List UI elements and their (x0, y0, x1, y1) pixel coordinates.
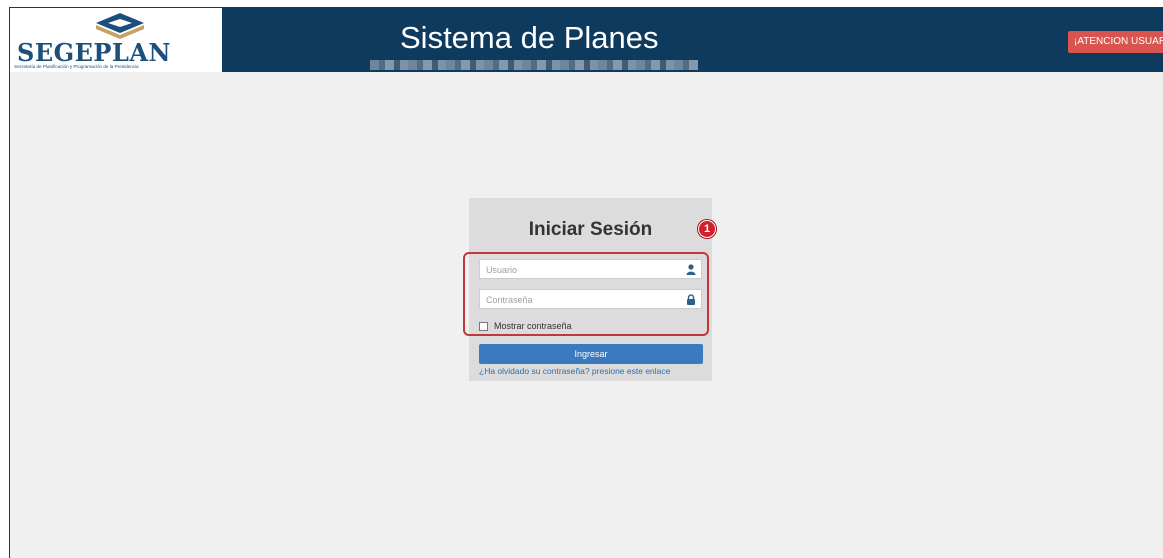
logo-subtitle: Secretaría de Planificación y Programaci… (14, 64, 139, 69)
show-password-toggle[interactable]: Mostrar contraseña (479, 320, 572, 332)
attention-user-button[interactable]: ¡ATENCION USUARIO! (1068, 31, 1163, 53)
top-header: SEGEPLAN Secretaría de Planificación y P… (10, 8, 1163, 72)
user-icon (686, 264, 696, 275)
app-title: Sistema de Planes (400, 20, 659, 55)
app-screen: SEGEPLAN Secretaría de Planificación y P… (9, 7, 1163, 558)
login-title: Iniciar Sesión (528, 219, 653, 240)
logo-text: SEGEPLAN (17, 38, 171, 67)
show-password-checkbox[interactable] (479, 321, 488, 331)
username-input[interactable] (480, 261, 701, 279)
show-password-label: Mostrar contraseña (494, 321, 572, 331)
segeplan-logo-icon (96, 13, 144, 39)
window-frame: SEGEPLAN Secretaría de Planificación y P… (0, 0, 1163, 558)
login-panel: Iniciar Sesión 1 Mostrar contrase (463, 198, 716, 381)
password-field[interactable] (479, 289, 702, 309)
blurred-subtitle (370, 60, 698, 70)
step-badge: 1 (698, 220, 716, 238)
password-input[interactable] (480, 291, 701, 309)
username-field[interactable] (479, 259, 702, 279)
lock-icon (687, 294, 695, 305)
login-button[interactable]: Ingresar (479, 344, 703, 364)
forgot-password-link[interactable]: ¿Ha olvidado su contraseña? presione est… (479, 366, 670, 376)
logo[interactable]: SEGEPLAN Secretaría de Planificación y P… (10, 8, 222, 72)
